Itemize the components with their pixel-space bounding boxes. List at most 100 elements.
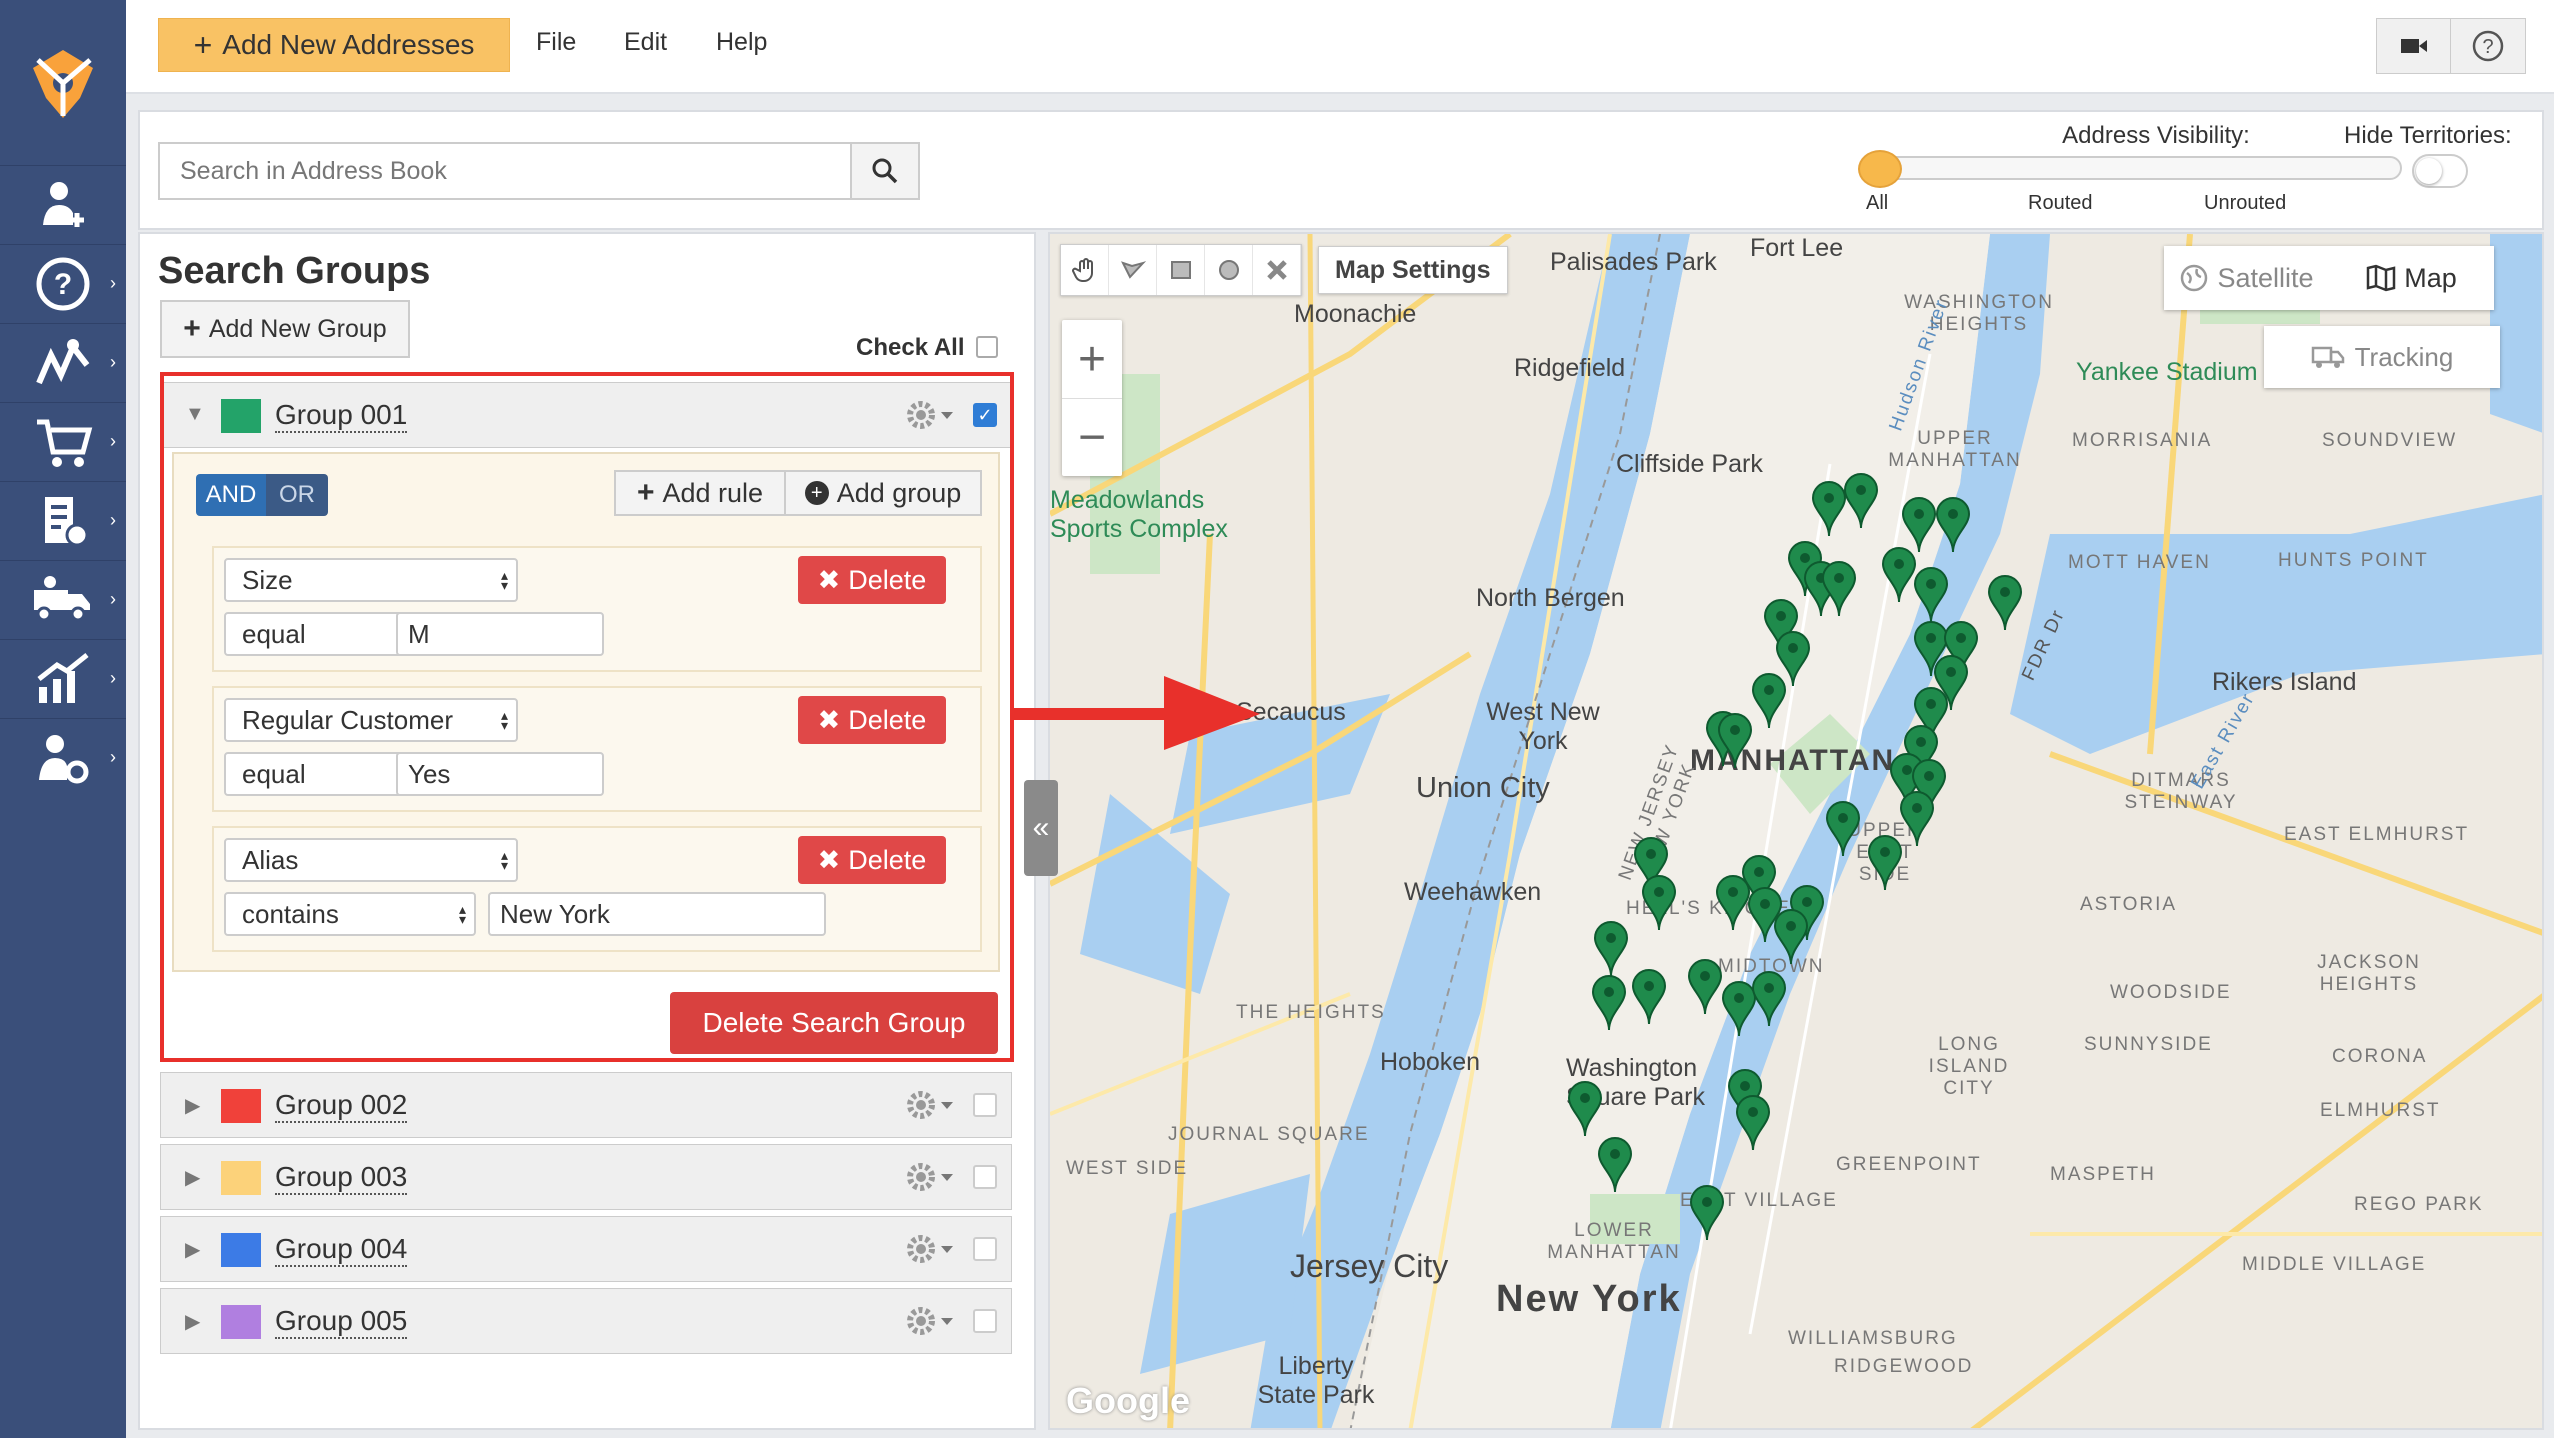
map-pin[interactable]	[1592, 920, 1630, 978]
map-settings-button[interactable]: Map Settings	[1318, 246, 1508, 294]
map-pin[interactable]	[1820, 560, 1858, 618]
caret-right-icon[interactable]: ▶	[185, 1093, 200, 1118]
logo-icon[interactable]	[0, 0, 126, 165]
add-new-group-button[interactable]: + Add New Group	[160, 300, 410, 358]
map-pin[interactable]	[1750, 672, 1788, 730]
menu-file[interactable]: File	[536, 28, 576, 57]
map-pin[interactable]	[1842, 472, 1880, 530]
delete-rule-button[interactable]: ✖ Delete	[798, 836, 946, 884]
delete-search-group-button[interactable]: Delete Search Group	[670, 992, 998, 1054]
clear-shapes-icon[interactable]	[1253, 245, 1301, 295]
map-pin[interactable]	[1734, 1094, 1772, 1152]
map-pin[interactable]	[1934, 496, 1972, 554]
field-select[interactable]: Size ▴ ▾	[224, 558, 518, 602]
group-color-swatch[interactable]	[221, 1233, 261, 1267]
map-button[interactable]: Map	[2329, 246, 2494, 310]
search-input[interactable]: Search in Address Book	[158, 142, 852, 200]
map-pin[interactable]	[1750, 970, 1788, 1028]
caret-right-icon[interactable]: ▶	[185, 1237, 200, 1262]
map-pin[interactable]	[1824, 800, 1862, 858]
collapse-panel-button[interactable]: «	[1024, 780, 1058, 876]
zoom-in-button[interactable]: +	[1062, 320, 1122, 398]
hand-pan-icon[interactable]	[1061, 245, 1109, 295]
group-checkbox[interactable]	[973, 1309, 997, 1333]
group-name[interactable]: Group 003	[275, 1161, 408, 1195]
caret-right-icon[interactable]: ▶	[185, 1165, 200, 1190]
help-button[interactable]: ?	[2450, 18, 2526, 74]
map-pin[interactable]	[1772, 908, 1810, 966]
value-input[interactable]: New York	[488, 892, 826, 936]
address-visibility-slider[interactable]	[1866, 156, 2402, 180]
routes-icon[interactable]: ›	[0, 323, 126, 401]
group-name[interactable]: Group 005	[275, 1305, 408, 1339]
map-pin[interactable]	[1596, 1136, 1634, 1194]
documents-icon[interactable]: ›	[0, 481, 126, 559]
map-pin[interactable]	[1590, 974, 1628, 1032]
group-row[interactable]: ▶ Group 005	[160, 1288, 1012, 1354]
field-select[interactable]: Alias ▴ ▾	[224, 838, 518, 882]
menu-edit[interactable]: Edit	[624, 28, 667, 57]
group-color-swatch[interactable]	[221, 1161, 261, 1195]
menu-help[interactable]: Help	[716, 28, 767, 57]
search-button[interactable]	[850, 142, 920, 200]
gear-icon[interactable]	[903, 1159, 959, 1200]
analytics-icon[interactable]: ›	[0, 639, 126, 717]
group-row[interactable]: ▶ Group 002	[160, 1072, 1012, 1138]
map-pin[interactable]	[1640, 874, 1678, 932]
group-color-swatch[interactable]	[221, 1089, 261, 1123]
settings-user-icon[interactable]: ›	[0, 718, 126, 796]
hide-territories-toggle[interactable]	[2412, 154, 2468, 188]
check-all-label: Check All	[856, 334, 965, 361]
value-input[interactable]: M	[396, 612, 604, 656]
add-group-button[interactable]: + Add group	[784, 470, 982, 516]
video-button[interactable]	[2376, 18, 2452, 74]
gear-icon[interactable]	[903, 1087, 959, 1128]
add-rule-button[interactable]: + Add rule	[614, 470, 786, 516]
search-icon	[872, 158, 898, 184]
add-user-icon[interactable]	[0, 165, 126, 243]
caret-right-icon[interactable]: ▶	[185, 1309, 200, 1334]
address-visibility-handle[interactable]	[1858, 150, 1902, 188]
group-checkbox[interactable]	[973, 1093, 997, 1117]
check-all-checkbox[interactable]	[976, 336, 998, 358]
map-pin[interactable]	[1866, 834, 1904, 892]
rectangle-icon[interactable]	[1157, 245, 1205, 295]
satellite-button[interactable]: Satellite	[2164, 246, 2329, 310]
group-row[interactable]: ▶ Group 004	[160, 1216, 1012, 1282]
or-button[interactable]: OR	[266, 474, 328, 516]
value-input[interactable]: Yes	[396, 752, 604, 796]
delete-rule-button[interactable]: ✖ Delete	[798, 696, 946, 744]
and-button[interactable]: AND	[196, 474, 266, 516]
rule-row: Alias ▴ ▾ contains ▴ ▾ New York ✖ Delete	[212, 826, 982, 952]
gear-icon[interactable]	[903, 1231, 959, 1272]
zoom-out-button[interactable]: −	[1062, 398, 1122, 476]
map-pin[interactable]	[1986, 574, 2024, 632]
map-label-text: Ridgefield	[1514, 354, 1626, 382]
fleet-icon[interactable]: ›	[0, 560, 126, 638]
delete-rule-button[interactable]: ✖ Delete	[798, 556, 946, 604]
group-name[interactable]: Group 004	[275, 1233, 408, 1267]
map-label-text: Jersey City	[1290, 1248, 1449, 1284]
group-name[interactable]: Group 002	[275, 1089, 408, 1123]
tracking-button[interactable]: Tracking	[2264, 326, 2500, 388]
polyline-icon[interactable]	[1109, 245, 1157, 295]
map-pin[interactable]	[1566, 1080, 1604, 1138]
map-view[interactable]: Map Settings + − Satellite Map Tracking …	[1048, 232, 2544, 1430]
help-icon[interactable]: ? ›	[0, 244, 126, 322]
cart-icon[interactable]: ›	[0, 402, 126, 480]
group-checkbox[interactable]	[973, 1165, 997, 1189]
gear-icon[interactable]	[903, 1303, 959, 1344]
map-pin[interactable]	[1688, 1184, 1726, 1242]
group-color-swatch[interactable]	[221, 1305, 261, 1339]
operator-select[interactable]: contains ▴ ▾	[224, 892, 476, 936]
group-checkbox[interactable]	[973, 1237, 997, 1261]
map-pin[interactable]	[1686, 958, 1724, 1016]
map-pin[interactable]	[1716, 712, 1754, 770]
map-pin[interactable]	[1912, 566, 1950, 624]
field-select[interactable]: Regular Customer ▴ ▾	[224, 698, 518, 742]
group-row[interactable]: ▶ Group 003	[160, 1144, 1012, 1210]
add-new-addresses-button[interactable]: + Add New Addresses	[158, 18, 510, 72]
map-pin[interactable]	[1630, 968, 1668, 1026]
circle-icon[interactable]	[1205, 245, 1253, 295]
map-type-control: Satellite Map	[2164, 246, 2494, 310]
